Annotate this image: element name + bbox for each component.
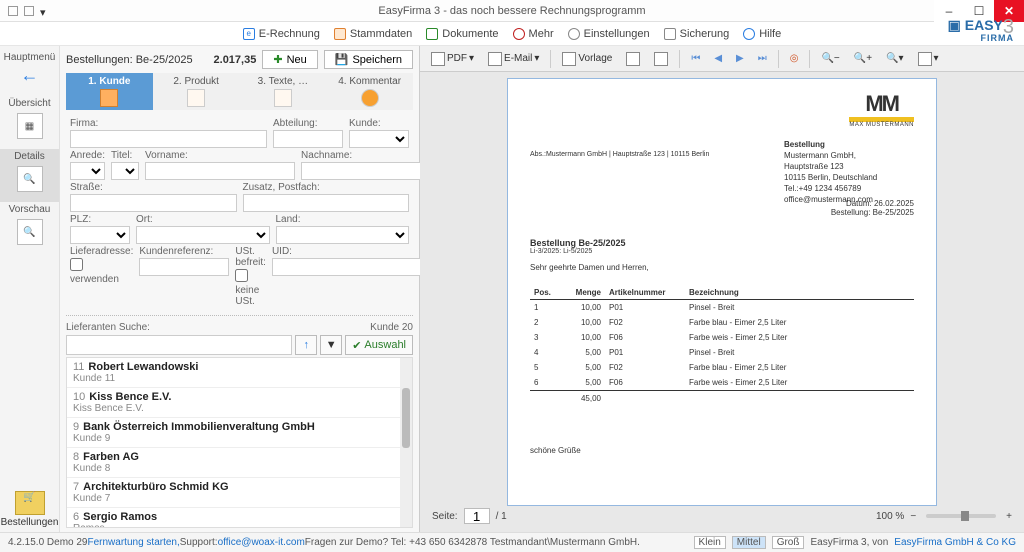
- text-icon: [274, 89, 292, 107]
- version-label: 4.2.15.0 Demo 29: [8, 537, 88, 548]
- zoom-fit[interactable]: 🔍▾: [881, 51, 908, 66]
- menu-hilfe[interactable]: Hilfe: [743, 28, 781, 40]
- menu-dokumente[interactable]: Dokumente: [426, 28, 498, 40]
- list-item[interactable]: 10Kiss Bence E.V.Kiss Bence E.V.: [67, 388, 412, 418]
- tab-kommentar[interactable]: 4. Kommentar: [326, 73, 413, 110]
- supplier-list: 11Robert LewandowskiKunde 1110Kiss Bence…: [66, 357, 413, 528]
- print-button[interactable]: [621, 50, 645, 68]
- auswahl-button[interactable]: ✔Auswahl: [345, 335, 413, 355]
- zoom-in[interactable]: 🔍+: [849, 51, 877, 66]
- qat-icon-1[interactable]: [8, 6, 18, 16]
- template-icon: [562, 52, 576, 66]
- back-arrow-icon[interactable]: ←: [0, 63, 59, 88]
- menu-mehr[interactable]: Mehr: [513, 28, 554, 40]
- zoom-out[interactable]: 🔍−: [816, 51, 844, 66]
- product-icon: [187, 89, 205, 107]
- uid-input[interactable]: [272, 258, 422, 276]
- menu-sicherung[interactable]: Sicherung: [664, 28, 730, 40]
- nav-last[interactable]: ⏭: [753, 51, 772, 66]
- sidebar-vorschau[interactable]: Vorschau 🔍: [0, 202, 59, 255]
- page-input[interactable]: [464, 508, 490, 524]
- zoom-minus[interactable]: −: [910, 511, 916, 522]
- anrede-select[interactable]: [70, 162, 105, 180]
- supplier-search-input[interactable]: [66, 335, 292, 355]
- email-button[interactable]: E-Mail▾: [483, 50, 544, 68]
- sidebar-bestellungen[interactable]: 🛒 Bestellungen: [0, 491, 59, 528]
- vendor-link[interactable]: EasyFirma GmbH & Co KG: [894, 537, 1016, 548]
- save-button[interactable]: 💾Speichern: [324, 50, 413, 69]
- sort-asc-button[interactable]: ↑: [295, 335, 317, 355]
- sidebar-details[interactable]: Details 🔍: [0, 149, 59, 202]
- nav-prev[interactable]: ◀: [709, 51, 727, 66]
- strasse-input[interactable]: [70, 194, 237, 212]
- magnifier-icon: 🔍: [17, 219, 43, 245]
- list-scrollbar[interactable]: [400, 358, 412, 527]
- tab-kunde[interactable]: 1. Kunde: [66, 73, 153, 110]
- tab-texte[interactable]: 3. Texte, …: [240, 73, 327, 110]
- quickprint-button[interactable]: [649, 50, 673, 68]
- size-klein[interactable]: Klein: [694, 536, 726, 549]
- zoom-level: 100 %: [876, 511, 904, 522]
- page-label: Seite:: [432, 511, 458, 522]
- verwenden-checkbox[interactable]: [70, 258, 83, 271]
- zoom-plus[interactable]: +: [1006, 511, 1012, 522]
- size-gross[interactable]: Groß: [772, 536, 805, 549]
- nav-first[interactable]: ⏮: [686, 51, 705, 66]
- cart-icon: 🛒: [15, 491, 45, 515]
- search-count: Kunde 20: [370, 322, 413, 333]
- doc-amount: 2.017,35: [214, 54, 257, 66]
- zoom-slider[interactable]: [926, 514, 996, 518]
- menu-stammdaten[interactable]: Stammdaten: [334, 28, 412, 40]
- page-icon: [918, 52, 932, 66]
- target-button[interactable]: ◎: [785, 51, 804, 66]
- email-icon: [488, 52, 502, 66]
- brand-logo: ▣ EASY3 FIRMA: [948, 20, 1014, 44]
- list-item[interactable]: 8Farben AGKunde 8: [67, 448, 412, 478]
- printer-icon: [626, 52, 640, 66]
- new-button[interactable]: ✚Neu: [262, 50, 317, 69]
- size-mittel[interactable]: Mittel: [732, 536, 766, 549]
- firma-input[interactable]: [70, 130, 267, 148]
- tab-produkt[interactable]: 2. Produkt: [153, 73, 240, 110]
- vorname-input[interactable]: [145, 162, 295, 180]
- pdf-button[interactable]: PDF▾: [426, 50, 479, 68]
- fernwartung-link[interactable]: Fernwartung starten,: [88, 537, 180, 548]
- filter-button[interactable]: ▼: [320, 335, 342, 355]
- kundenreferenz-input[interactable]: [139, 258, 229, 276]
- plz-select[interactable]: [70, 226, 130, 244]
- pdf-icon: [431, 52, 445, 66]
- customer-icon: [100, 89, 118, 107]
- sidebar-uebersicht[interactable]: Übersicht ▦: [0, 96, 59, 149]
- nav-next[interactable]: ▶: [731, 51, 749, 66]
- page-layout[interactable]: ▾: [913, 50, 944, 68]
- list-item[interactable]: 7Architekturbüro Schmid KGKunde 7: [67, 478, 412, 508]
- menu-einstellungen[interactable]: Einstellungen: [568, 28, 650, 40]
- calendar-icon: ▦: [17, 113, 43, 139]
- support-email-link[interactable]: office@woax-it.com: [218, 537, 305, 548]
- keineust-checkbox[interactable]: [235, 269, 248, 282]
- document-preview: MM MAX MUSTERMANN Bestellung Mustermann …: [507, 78, 937, 506]
- qat-icon-2[interactable]: [24, 6, 34, 16]
- kunde-select[interactable]: [349, 130, 409, 148]
- window-title: EasyFirma 3 - das noch bessere Rechnungs…: [378, 5, 645, 17]
- printer2-icon: [654, 52, 668, 66]
- search-label: Lieferanten Suche:: [66, 322, 150, 333]
- list-item[interactable]: 6Sergio RamosRamos: [67, 508, 412, 528]
- land-select[interactable]: [276, 226, 410, 244]
- list-item[interactable]: 11Robert LewandowskiKunde 11: [67, 358, 412, 388]
- titel-select[interactable]: [111, 162, 139, 180]
- abteilung-input[interactable]: [273, 130, 343, 148]
- menu-erechnung[interactable]: eE-Rechnung: [243, 28, 320, 40]
- zusatz-input[interactable]: [243, 194, 410, 212]
- magnifier-icon: 🔍: [17, 166, 43, 192]
- doc-label: Bestellungen: Be-25/2025: [66, 54, 208, 66]
- comment-icon: [361, 89, 379, 107]
- list-item[interactable]: 9Bank Österreich Immobilienveraltung Gmb…: [67, 418, 412, 448]
- qat-dropdown-icon[interactable]: ▾: [40, 6, 50, 16]
- sidebar-hauptmenu[interactable]: Hauptmenü ←: [0, 50, 59, 96]
- vorlage-button[interactable]: Vorlage: [557, 50, 617, 68]
- ort-select[interactable]: [136, 226, 270, 244]
